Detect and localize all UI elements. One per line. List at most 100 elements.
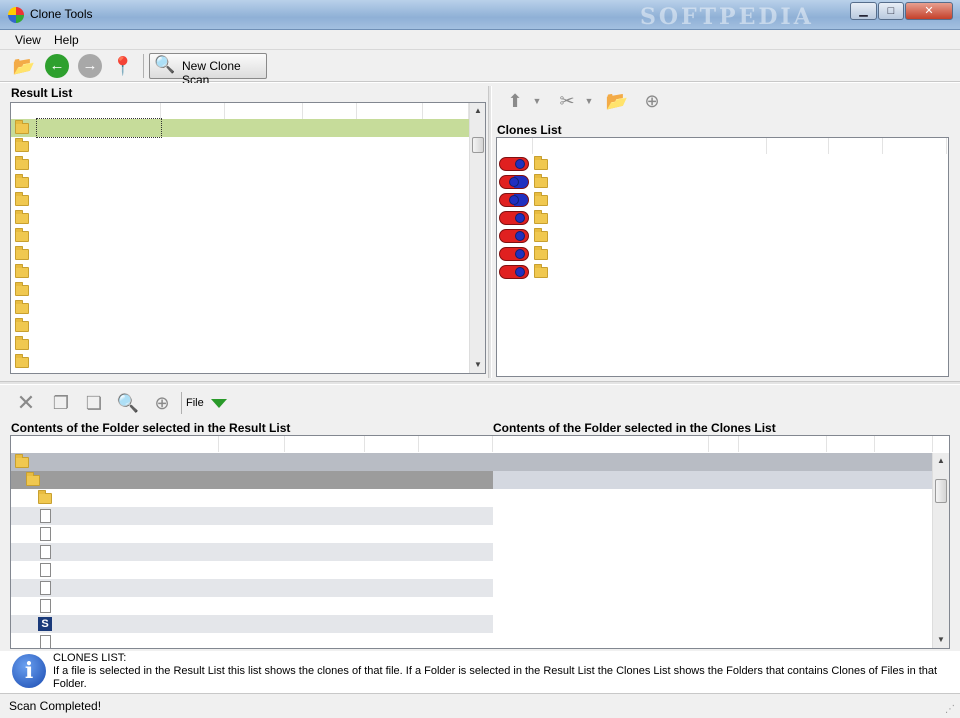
column-header-toggle <box>497 138 533 154</box>
result-contents-header-clones[interactable] <box>419 436 493 452</box>
resize-grip-icon[interactable]: ⋰ <box>945 704 955 715</box>
column-header-clones[interactable] <box>883 138 947 154</box>
cell-name <box>37 317 161 335</box>
table-row[interactable] <box>11 525 493 543</box>
copy-multiple-icon[interactable]: ❏ <box>82 391 106 415</box>
column-header-files[interactable] <box>303 103 357 119</box>
table-row[interactable] <box>11 173 469 191</box>
table-row[interactable] <box>11 281 469 299</box>
table-row[interactable] <box>497 227 948 245</box>
column-header-size[interactable] <box>767 138 829 154</box>
table-row[interactable] <box>497 173 948 191</box>
table-row[interactable] <box>11 489 493 507</box>
cell-clones <box>887 155 943 173</box>
file-filter-dropdown-icon[interactable] <box>211 399 227 408</box>
clones-contents-row[interactable] <box>493 471 933 489</box>
move-up-icon[interactable]: ⬆ <box>503 89 527 113</box>
column-header-name[interactable] <box>11 103 161 119</box>
scroll-down-icon[interactable]: ▼ <box>933 632 949 648</box>
table-row[interactable] <box>11 507 493 525</box>
table-row[interactable] <box>11 561 493 579</box>
table-row[interactable] <box>11 633 493 648</box>
map-pin-icon[interactable]: 📍 <box>111 54 135 78</box>
target-icon[interactable]: ⊕ <box>640 89 664 113</box>
clones-contents-header-size[interactable] <box>709 436 739 452</box>
copy-icon[interactable]: ❐ <box>49 391 73 415</box>
clone-toggle-icon[interactable] <box>499 265 529 279</box>
clone-toggle-icon[interactable] <box>499 193 529 207</box>
clone-toggle-icon[interactable] <box>499 211 529 225</box>
table-row[interactable] <box>11 245 469 263</box>
menu-help[interactable]: Help <box>54 33 79 47</box>
clone-toggle-icon[interactable] <box>499 229 529 243</box>
clones-contents-header-files[interactable] <box>827 436 875 452</box>
column-header-files[interactable] <box>829 138 883 154</box>
clones-contents-header-clones[interactable] <box>875 436 933 452</box>
clone-toggle-icon[interactable] <box>499 157 529 171</box>
menu-view[interactable]: View <box>15 33 41 47</box>
back-icon[interactable]: ← <box>45 54 69 78</box>
scroll-up-icon[interactable]: ▲ <box>933 453 949 469</box>
table-row[interactable] <box>11 137 469 155</box>
table-row[interactable] <box>11 453 493 471</box>
table-row[interactable] <box>11 579 493 597</box>
folder-icon <box>15 156 29 170</box>
maximize-button[interactable]: □ <box>878 2 904 20</box>
new-clone-scan-button[interactable]: 🔍 New Clone Scan <box>149 53 267 87</box>
forward-icon[interactable]: → <box>78 54 102 78</box>
column-header-type[interactable] <box>225 103 303 119</box>
table-row[interactable] <box>11 209 469 227</box>
table-row[interactable] <box>497 263 948 281</box>
column-header-clones[interactable] <box>357 103 423 119</box>
scissors-icon[interactable]: ✂ <box>555 89 579 113</box>
search-icon[interactable]: 🔍 <box>116 391 140 415</box>
clones-contents-header-type[interactable] <box>739 436 827 452</box>
table-row[interactable] <box>11 299 469 317</box>
cell-name <box>553 191 767 209</box>
table-row[interactable] <box>11 317 469 335</box>
clone-toggle-icon[interactable] <box>499 175 529 189</box>
column-header-percent[interactable] <box>423 103 469 119</box>
table-row[interactable] <box>11 263 469 281</box>
result-contents-header-size[interactable] <box>219 436 285 452</box>
clone-toggle-icon[interactable] <box>499 247 529 261</box>
close-button[interactable]: ✕ <box>905 2 953 20</box>
cell-files <box>307 173 351 191</box>
vertical-splitter[interactable] <box>488 86 492 378</box>
table-row[interactable] <box>11 191 469 209</box>
result-contents-header-name[interactable] <box>11 436 219 452</box>
table-row[interactable] <box>497 155 948 173</box>
dropdown-icon[interactable]: ▼ <box>530 89 544 113</box>
column-header-size[interactable] <box>161 103 225 119</box>
scroll-down-icon[interactable]: ▼ <box>470 357 485 373</box>
result-contents-header-type[interactable] <box>285 436 365 452</box>
clones-contents-header-name[interactable] <box>513 436 709 452</box>
clones-contents-row[interactable] <box>493 453 933 471</box>
table-row[interactable] <box>11 353 469 371</box>
scroll-thumb[interactable] <box>472 137 484 153</box>
vertical-scrollbar[interactable]: ▲ ▼ <box>469 103 485 373</box>
open-folder-icon[interactable]: 📂 <box>12 54 36 78</box>
table-row[interactable] <box>11 118 469 138</box>
cell-name <box>58 525 219 543</box>
minimize-button[interactable]: ▁ <box>850 2 877 20</box>
table-row[interactable] <box>11 471 493 489</box>
scroll-thumb[interactable] <box>935 479 947 503</box>
target-icon[interactable]: ⊕ <box>150 391 174 415</box>
table-row[interactable] <box>11 155 469 173</box>
table-row[interactable] <box>11 227 469 245</box>
delete-icon[interactable]: ✕ <box>14 391 38 415</box>
table-row[interactable] <box>11 543 493 561</box>
table-row[interactable] <box>497 209 948 227</box>
table-row[interactable] <box>11 335 469 353</box>
result-contents-header-files[interactable] <box>365 436 419 452</box>
vertical-scrollbar[interactable]: ▲ ▼ <box>932 453 949 648</box>
table-row[interactable] <box>497 191 948 209</box>
scroll-up-icon[interactable]: ▲ <box>470 103 485 119</box>
open-file-icon[interactable]: 📂 <box>605 89 629 113</box>
column-header-name[interactable] <box>533 138 767 154</box>
table-row[interactable] <box>497 245 948 263</box>
table-row[interactable] <box>11 597 493 615</box>
table-row[interactable]: S <box>11 615 493 633</box>
dropdown-icon[interactable]: ▼ <box>582 89 596 113</box>
